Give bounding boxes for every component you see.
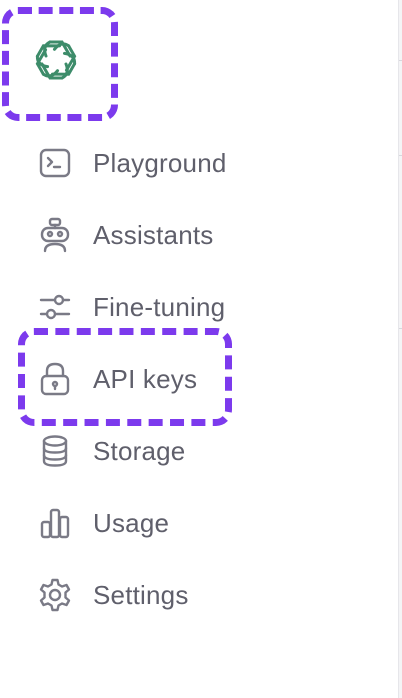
robot-icon xyxy=(36,216,74,254)
sidebar-item-assistants[interactable]: Assistants xyxy=(36,215,214,255)
sidebar-item-storage[interactable]: Storage xyxy=(36,431,185,471)
sidebar-item-label: Usage xyxy=(93,507,170,538)
sidebar-item-label: Settings xyxy=(93,579,189,610)
sidebar-item-label: Storage xyxy=(93,435,186,466)
sidebar-item-usage[interactable]: Usage xyxy=(36,503,169,543)
logo-highlight-box xyxy=(2,7,118,121)
content-edge-divider xyxy=(398,0,402,698)
sliders-icon xyxy=(36,288,74,326)
database-icon xyxy=(36,432,74,470)
bar-chart-icon xyxy=(36,504,74,542)
sidebar-item-label: Playground xyxy=(93,147,227,178)
sidebar: Playground Assistants Fine-tuning API ke… xyxy=(0,0,402,698)
terminal-icon xyxy=(36,144,74,182)
gear-icon xyxy=(36,576,74,614)
sidebar-item-playground[interactable]: Playground xyxy=(36,143,227,183)
sidebar-item-settings[interactable]: Settings xyxy=(36,575,189,615)
sidebar-item-label: Fine-tuning xyxy=(93,291,226,322)
api-keys-highlight-box xyxy=(18,328,232,426)
sidebar-item-label: Assistants xyxy=(93,219,214,250)
sidebar-item-fine-tuning[interactable]: Fine-tuning xyxy=(36,287,225,327)
